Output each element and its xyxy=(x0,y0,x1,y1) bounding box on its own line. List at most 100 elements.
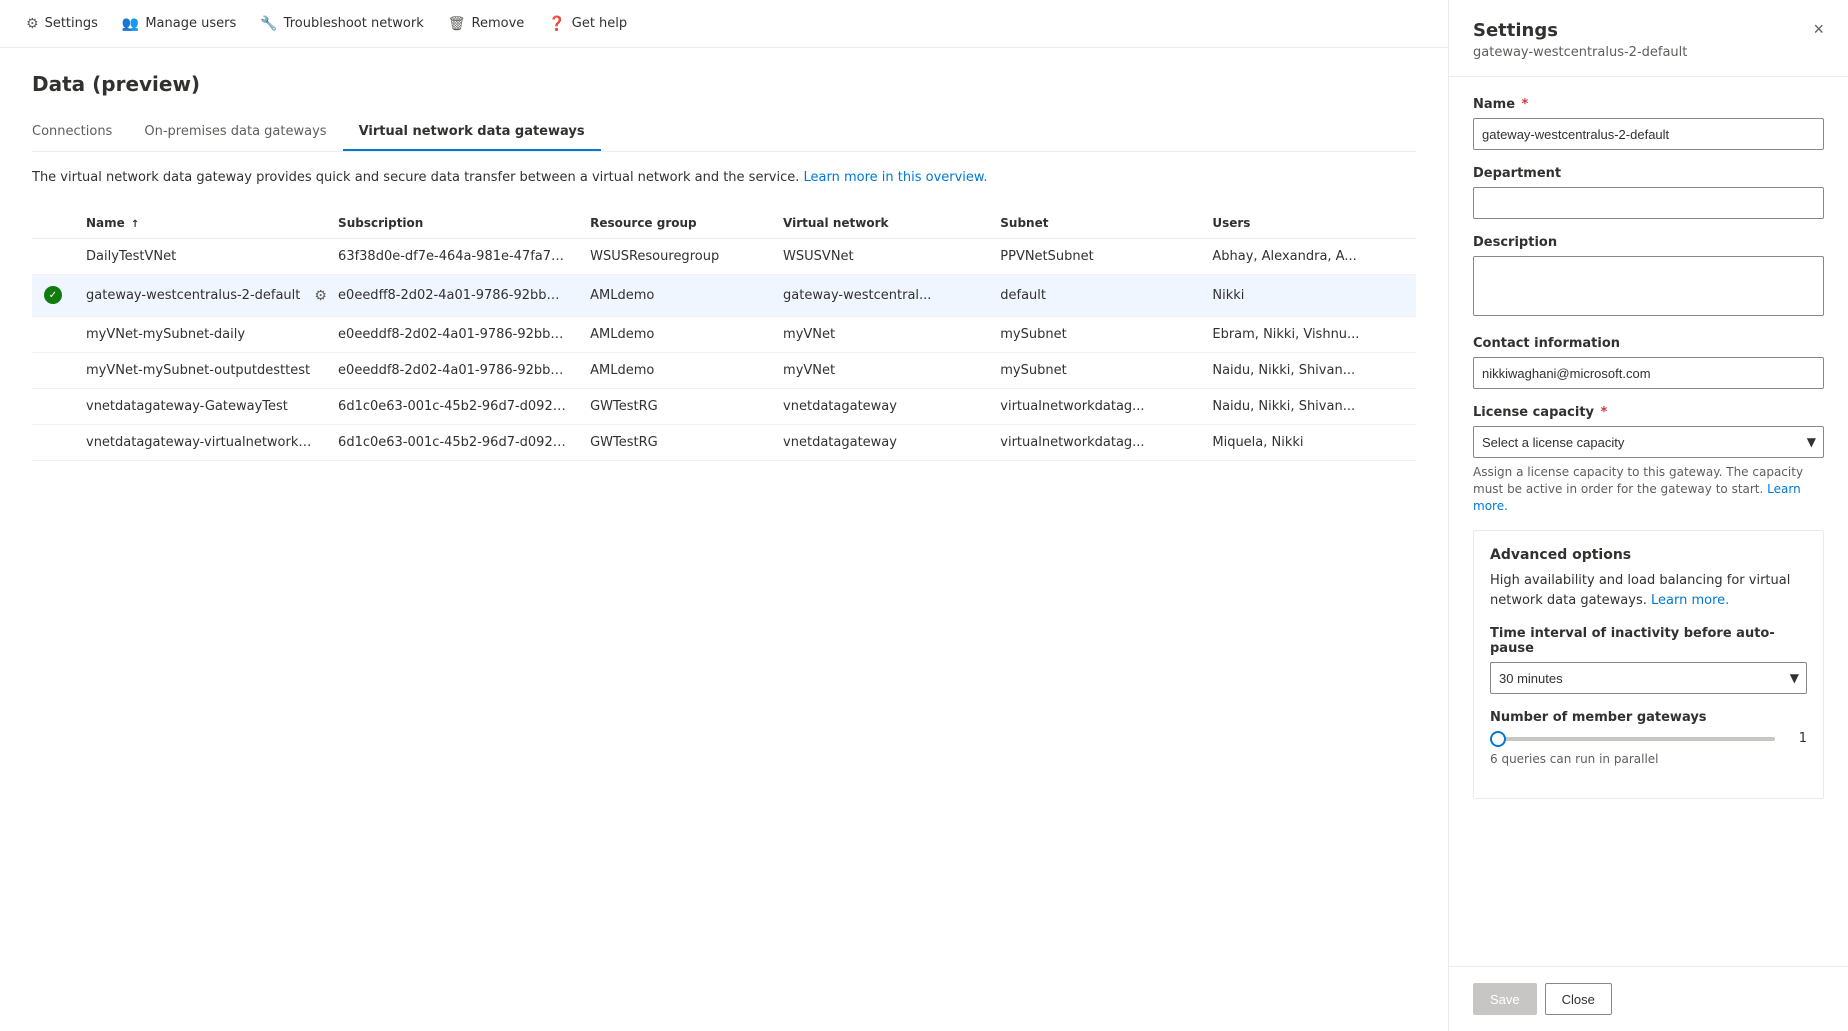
license-select-wrapper: Select a license capacity Option 1 Optio… xyxy=(1473,426,1824,458)
department-input[interactable] xyxy=(1473,187,1824,219)
remove-label: Remove xyxy=(472,16,525,31)
cell-name: myVNet-mySubnet-outputdesttest xyxy=(74,352,326,388)
main-content: ⚙ Settings 👥 Manage users 🔧 Troubleshoot… xyxy=(0,0,1448,1031)
troubleshoot-label: Troubleshoot network xyxy=(284,16,424,31)
toolbar-manage-users[interactable]: 👥 Manage users xyxy=(112,12,246,36)
department-field-group: Department xyxy=(1473,166,1824,219)
license-select[interactable]: Select a license capacity Option 1 Optio… xyxy=(1473,426,1824,458)
toolbar-settings[interactable]: ⚙ Settings xyxy=(16,12,108,36)
name-field-group: Name * xyxy=(1473,97,1824,150)
member-gateways-slider-row: 1 xyxy=(1490,731,1807,746)
col-virtual-network: Virtual network xyxy=(771,208,988,239)
license-label: License capacity * xyxy=(1473,405,1824,420)
table-row[interactable]: ✓gateway-westcentralus-2-default⚙···e0ee… xyxy=(32,274,1416,316)
cell-users: Naidu, Nikki, Shivan... xyxy=(1200,388,1416,424)
cell-name: DailyTestVNet xyxy=(74,238,326,274)
description-textarea[interactable] xyxy=(1473,256,1824,316)
table-row[interactable]: vnetdatagateway-GatewayTest6d1c0e63-001c… xyxy=(32,388,1416,424)
advanced-options-box: Advanced options High availability and l… xyxy=(1473,530,1824,799)
col-subnet: Subnet xyxy=(988,208,1200,239)
advanced-learn-more-link[interactable]: Learn more. xyxy=(1651,593,1729,608)
cell-users: Nikki xyxy=(1200,274,1416,316)
row-status-icon: ✓ xyxy=(44,286,62,304)
learn-more-link[interactable]: Learn more in this overview. xyxy=(804,170,988,185)
cell-subnet: virtualnetworkdatag... xyxy=(988,424,1200,460)
toolbar: ⚙ Settings 👥 Manage users 🔧 Troubleshoot… xyxy=(0,0,1448,48)
page-title: Data (preview) xyxy=(32,72,1416,96)
time-interval-select[interactable]: 5 minutes 10 minutes 15 minutes 30 minut… xyxy=(1490,662,1807,694)
toolbar-remove[interactable]: 🗑 Remove xyxy=(438,12,535,36)
panel-footer: Save Close xyxy=(1449,966,1848,1031)
cell-users: Naidu, Nikki, Shivan... xyxy=(1200,352,1416,388)
cell-virtual-network: vnetdatagateway xyxy=(771,424,988,460)
settings-label: Settings xyxy=(45,16,98,31)
name-label: Name * xyxy=(1473,97,1824,112)
cell-subnet: mySubnet xyxy=(988,352,1200,388)
cell-virtual-network: vnetdatagateway xyxy=(771,388,988,424)
page-body: Data (preview) Connections On-premises d… xyxy=(0,48,1448,485)
cell-subscription: e0eeddf8-2d02-4a01-9786-92bb0e0cb... xyxy=(326,316,578,352)
toolbar-troubleshoot-network[interactable]: 🔧 Troubleshoot network xyxy=(250,12,434,36)
save-button[interactable]: Save xyxy=(1473,983,1537,1015)
time-interval-label: Time interval of inactivity before auto-… xyxy=(1490,626,1807,656)
cell-resource-group: GWTestRG xyxy=(578,424,771,460)
table-row[interactable]: myVNet-mySubnet-dailye0eeddf8-2d02-4a01-… xyxy=(32,316,1416,352)
name-input[interactable] xyxy=(1473,118,1824,150)
cell-subscription: 63f38d0e-df7e-464a-981e-47fa78f30861 xyxy=(326,238,578,274)
cell-subnet: default xyxy=(988,274,1200,316)
tab-virtual-network[interactable]: Virtual network data gateways xyxy=(343,116,601,151)
cell-subscription: e0eeddf8-2d02-4a01-9786-92bb0e0cb... xyxy=(326,352,578,388)
manage-users-label: Manage users xyxy=(145,16,236,31)
get-help-label: Get help xyxy=(572,16,627,31)
cell-virtual-network: gateway-westcentral... xyxy=(771,274,988,316)
contact-field-group: Contact information xyxy=(1473,336,1824,389)
cell-subscription: e0eedff8-2d02-4a01-9786-92bb0e0cb... xyxy=(326,274,578,316)
cell-users: Ebram, Nikki, Vishnu... xyxy=(1200,316,1416,352)
tab-on-premises[interactable]: On-premises data gateways xyxy=(128,116,342,151)
cell-subnet: PPVNetSubnet xyxy=(988,238,1200,274)
cell-subnet: virtualnetworkdatag... xyxy=(988,388,1200,424)
cell-name: vnetdatagateway-GatewayTest xyxy=(74,388,326,424)
tab-bar: Connections On-premises data gateways Vi… xyxy=(32,116,1416,152)
contact-input[interactable] xyxy=(1473,357,1824,389)
panel-subtitle: gateway-westcentralus-2-default xyxy=(1473,45,1687,60)
license-field-group: License capacity * Select a license capa… xyxy=(1473,405,1824,514)
cell-resource-group: GWTestRG xyxy=(578,388,771,424)
advanced-options-description: High availability and load balancing for… xyxy=(1490,571,1807,610)
help-icon: ❓ xyxy=(548,16,565,32)
cell-name: myVNet-mySubnet-daily xyxy=(74,316,326,352)
panel-close-button[interactable]: × xyxy=(1813,20,1824,38)
row-gear-button[interactable]: ⚙ xyxy=(310,285,326,306)
cell-subscription: 6d1c0e63-001c-45b2-96d7-d092e94c8... xyxy=(326,388,578,424)
sort-icon: ↑ xyxy=(131,219,139,230)
cell-users: Miquela, Nikki xyxy=(1200,424,1416,460)
tab-connections[interactable]: Connections xyxy=(32,116,128,151)
settings-panel: Settings gateway-westcentralus-2-default… xyxy=(1448,0,1848,1031)
close-panel-button[interactable]: Close xyxy=(1545,983,1612,1015)
member-gateways-slider[interactable] xyxy=(1490,737,1775,741)
cell-resource-group: AMLdemo xyxy=(578,316,771,352)
col-subscription: Subscription xyxy=(326,208,578,239)
description-field-group: Description xyxy=(1473,235,1824,320)
toolbar-get-help[interactable]: ❓ Get help xyxy=(538,12,637,36)
troubleshoot-icon: 🔧 xyxy=(260,16,277,32)
remove-icon: 🗑 xyxy=(448,16,466,32)
table-row[interactable]: myVNet-mySubnet-outputdestteste0eeddf8-2… xyxy=(32,352,1416,388)
cell-subscription: 6d1c0e63-001c-45b2-96d7-d092e94c8... xyxy=(326,424,578,460)
manage-users-icon: 👥 xyxy=(122,16,139,32)
cell-resource-group: AMLdemo xyxy=(578,274,771,316)
col-resource-group: Resource group xyxy=(578,208,771,239)
department-label: Department xyxy=(1473,166,1824,181)
cell-name: vnetdatagateway-virtualnetworkdata... xyxy=(74,424,326,460)
cell-subnet: mySubnet xyxy=(988,316,1200,352)
panel-header: Settings gateway-westcentralus-2-default… xyxy=(1449,0,1848,77)
description-text: The virtual network data gateway provide… xyxy=(32,168,1416,188)
member-gateways-label: Number of member gateways xyxy=(1490,710,1807,725)
description-label: Description xyxy=(1473,235,1824,250)
table-header-row: Name ↑ Subscription Resource group Virtu… xyxy=(32,208,1416,239)
table-row[interactable]: vnetdatagateway-virtualnetworkdata...6d1… xyxy=(32,424,1416,460)
cell-users: Abhay, Alexandra, A... xyxy=(1200,238,1416,274)
table-row[interactable]: DailyTestVNet63f38d0e-df7e-464a-981e-47f… xyxy=(32,238,1416,274)
panel-title-group: Settings gateway-westcentralus-2-default xyxy=(1473,20,1687,60)
time-interval-select-wrapper: 5 minutes 10 minutes 15 minutes 30 minut… xyxy=(1490,662,1807,694)
